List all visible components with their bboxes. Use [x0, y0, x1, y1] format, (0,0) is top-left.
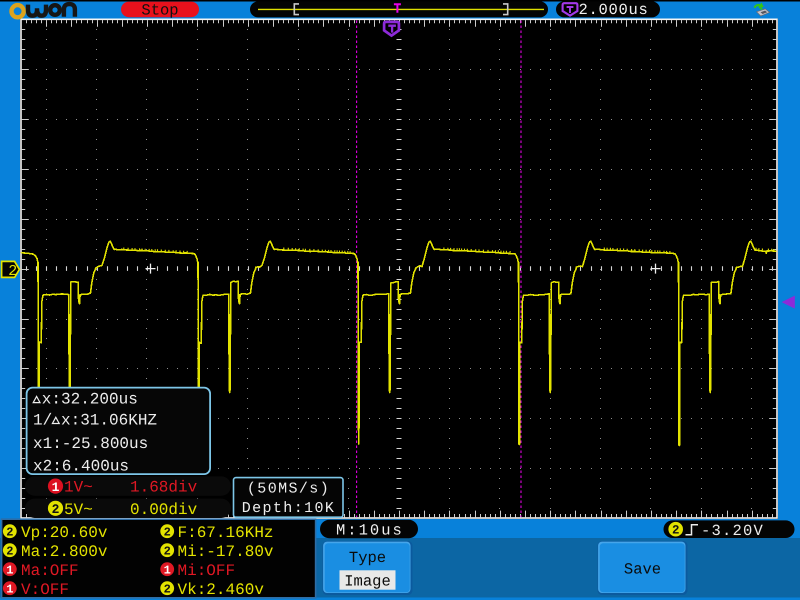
svg-text:x2:6.400us: x2:6.400us [33, 457, 129, 475]
svg-text:1V~: 1V~ [64, 479, 93, 497]
svg-text:1/: 1/ [33, 412, 52, 430]
svg-text:x:32.200us: x:32.200us [42, 391, 138, 409]
svg-text:5V~: 5V~ [64, 501, 93, 519]
svg-text:1: 1 [164, 564, 171, 578]
svg-text:2: 2 [6, 545, 13, 559]
svg-text:Vp:20.60v: Vp:20.60v [21, 524, 108, 542]
svg-text:2: 2 [6, 526, 13, 540]
svg-text:2: 2 [8, 263, 17, 280]
svg-text:2: 2 [164, 583, 171, 597]
svg-text:2: 2 [52, 502, 60, 517]
svg-text:2: 2 [164, 545, 171, 559]
svg-text:2.000us: 2.000us [579, 1, 649, 19]
svg-text:1.68div: 1.68div [130, 479, 198, 497]
svg-text:F:67.16KHz: F:67.16KHz [178, 524, 274, 542]
svg-text:Mi:-17.80v: Mi:-17.80v [178, 543, 274, 561]
svg-text:Type: Type [349, 549, 386, 567]
svg-text:0.00div: 0.00div [130, 501, 198, 519]
svg-text:2: 2 [672, 524, 680, 538]
svg-text:x:31.06KHZ: x:31.06KHZ [61, 412, 157, 430]
svg-text:1: 1 [6, 583, 13, 597]
svg-text:M:10us: M:10us [336, 522, 404, 540]
svg-text:Depth:10K: Depth:10K [242, 500, 336, 517]
svg-text:1: 1 [6, 564, 13, 578]
svg-text:Save: Save [624, 561, 661, 579]
svg-text:(50MS/s): (50MS/s) [247, 480, 330, 497]
svg-text:1: 1 [52, 480, 60, 495]
svg-text:Ma:2.800v: Ma:2.800v [21, 543, 108, 561]
svg-text:V:OFF: V:OFF [21, 581, 69, 599]
svg-text:Image: Image [344, 573, 391, 591]
svg-text:x1:-25.800us: x1:-25.800us [33, 435, 148, 453]
svg-text:Mi:OFF: Mi:OFF [178, 562, 236, 580]
svg-text:-3.20V: -3.20V [701, 522, 764, 540]
svg-text:Vk:2.460v: Vk:2.460v [178, 581, 265, 599]
svg-text:2: 2 [164, 526, 171, 540]
svg-text:Ma:OFF: Ma:OFF [21, 562, 79, 580]
svg-text:Stop: Stop [141, 1, 178, 19]
